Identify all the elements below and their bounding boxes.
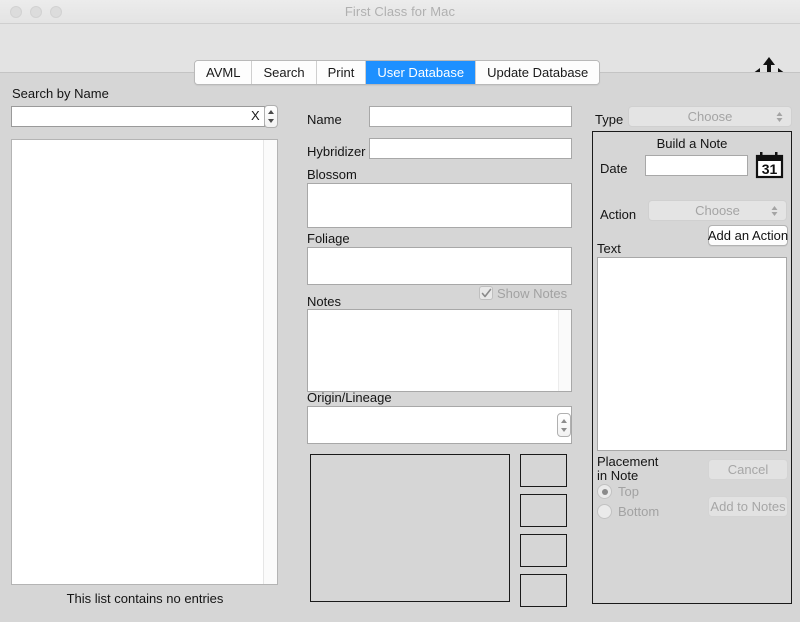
tab-user-database[interactable]: User Database [366,61,477,84]
placement-bottom-label: Bottom [618,504,660,519]
chevron-updown-icon [775,110,784,124]
name-input[interactable] [369,106,572,127]
notes-scrollbar[interactable] [558,310,571,391]
thumbnail-4[interactable] [520,574,567,607]
calendar-icon[interactable]: 31 [755,151,785,179]
thumbnail-1[interactable] [520,454,567,487]
add-to-notes-button[interactable]: Add to Notes [708,496,788,517]
radio-dot [601,488,608,495]
thumbnail-3[interactable] [520,534,567,567]
foliage-textarea[interactable] [307,247,572,285]
tab-avml[interactable]: AVML [195,61,253,84]
tab-search[interactable]: Search [252,61,317,84]
placement-top-label: Top [618,484,639,499]
date-label: Date [600,161,628,176]
search-input[interactable] [11,106,265,127]
date-input[interactable] [645,155,748,176]
action-select[interactable]: Choose [648,200,787,221]
type-select-value: Choose [687,109,733,124]
name-label: Name [307,112,342,127]
content-panel: Search by Name X This list contains no e… [0,72,800,622]
action-select-value: Choose [695,203,740,218]
placement-bottom-radio[interactable] [597,504,612,519]
type-label: Type [595,112,624,127]
search-stepper[interactable] [264,105,278,128]
search-by-name-label: Search by Name [12,86,109,101]
show-notes-checkbox[interactable] [479,286,493,300]
svg-text:31: 31 [762,161,778,177]
show-notes-label: Show Notes [497,286,568,301]
app-window: First Class for Mac AVML Search Print Us… [0,0,800,622]
notes-textarea[interactable] [307,309,572,392]
results-list-scrollbar[interactable] [263,140,277,584]
blossom-label: Blossom [307,167,357,182]
origin-lineage-label: Origin/Lineage [307,390,392,405]
results-list[interactable] [11,139,278,585]
placement-top-radio[interactable] [597,484,612,499]
add-an-action-button[interactable]: Add an Action [708,225,788,246]
note-text-textarea[interactable] [597,257,787,451]
search-input-field[interactable] [12,107,244,126]
foliage-label: Foliage [307,231,350,246]
placement-label-line2: in Note [597,468,639,483]
notes-label: Notes [307,294,341,309]
action-label: Action [600,207,637,222]
placement-label-line1: Placement [597,454,659,469]
image-preview-well[interactable] [310,454,510,602]
tab-print[interactable]: Print [316,61,367,84]
clear-search-button[interactable]: X [251,108,260,123]
type-select[interactable]: Choose [628,106,792,127]
text-label: Text [597,241,621,256]
blossom-textarea[interactable] [307,183,572,228]
chevron-updown-icon [770,204,779,218]
name-input-field[interactable] [370,107,571,126]
tab-update-database[interactable]: Update Database [476,61,600,84]
hybridizer-label: Hybridizer [307,144,366,159]
thumbnail-2[interactable] [520,494,567,527]
title-bar: First Class for Mac [0,0,800,24]
hybridizer-input[interactable] [369,138,572,159]
build-a-note-title: Build a Note [656,136,728,151]
note-cancel-button[interactable]: Cancel [708,459,788,480]
origin-lineage-stepper[interactable] [557,413,571,437]
tab-bar: AVML Search Print User Database Update D… [194,60,601,85]
origin-lineage-textarea[interactable] [307,406,572,444]
date-input-field[interactable] [646,156,747,175]
hybridizer-input-field[interactable] [370,139,571,158]
window-title: First Class for Mac [344,4,456,19]
empty-list-message: This list contains no entries [66,591,224,606]
